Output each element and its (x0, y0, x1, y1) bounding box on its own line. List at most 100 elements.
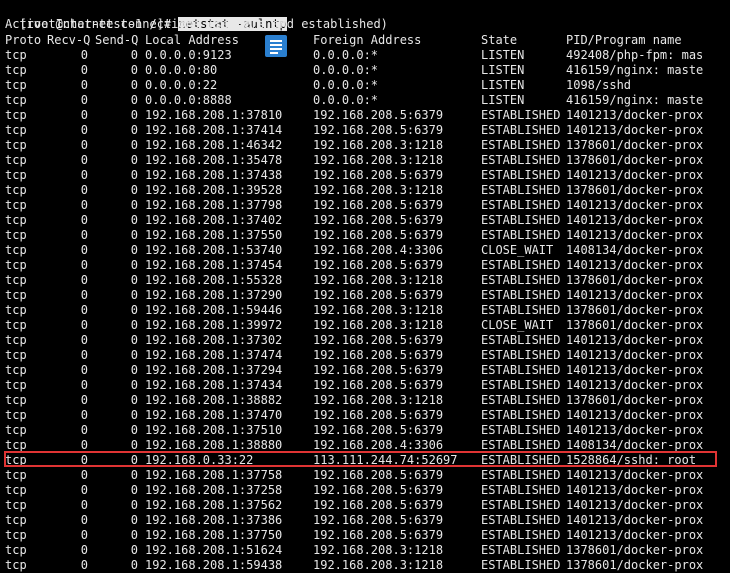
cell-foreign-address: 192.168.208.3:1218 (313, 153, 444, 167)
cell-foreign-address: 192.168.208.5:6379 (313, 408, 444, 422)
cell-local-address: 192.168.208.1:59446 (145, 303, 283, 317)
cell-local-address: 192.168.208.1:37386 (145, 513, 283, 527)
cell-send-q: 0 (130, 438, 138, 452)
cell-send-q: 0 (130, 48, 138, 62)
cell-proto: tcp (5, 213, 27, 227)
cell-recv-q: 0 (80, 378, 88, 392)
cell-foreign-address: 192.168.208.5:6379 (313, 498, 444, 512)
cell-state: ESTABLISHED (481, 168, 561, 182)
cell-foreign-address: 0.0.0.0:* (313, 93, 379, 107)
cell-foreign-address: 192.168.208.4:3306 (313, 243, 444, 257)
cell-local-address: 192.168.208.1:37750 (145, 528, 283, 542)
table-row: tcp 0 0 192.168.208.1:39972 192.168.208.3:12… (0, 318, 730, 333)
table-row: tcp 0 0 192.168.208.1:37758 192.168.208.5:63… (0, 468, 730, 483)
cell-proto: tcp (5, 543, 27, 557)
cell-recv-q: 0 (80, 303, 88, 317)
cell-recv-q: 0 (80, 423, 88, 437)
cell-proto: tcp (5, 288, 27, 302)
table-row: tcp 0 0 192.168.208.1:38880 192.168.208.4:33… (0, 438, 730, 453)
cell-pid-program: 1401213/docker-prox (566, 168, 704, 182)
cell-pid-program: 1401213/docker-prox (566, 108, 704, 122)
cell-local-address: 192.168.208.1:37258 (145, 483, 283, 497)
cell-pid-program: 1401213/docker-prox (566, 468, 704, 482)
cell-proto: tcp (5, 273, 27, 287)
cell-recv-q: 0 (80, 183, 88, 197)
cell-local-address: 192.168.208.1:37294 (145, 363, 283, 377)
cell-foreign-address: 192.168.208.3:1218 (313, 558, 444, 572)
cell-local-address: 192.168.208.1:37470 (145, 408, 283, 422)
cell-send-q: 0 (130, 228, 138, 242)
cell-state: ESTABLISHED (481, 468, 561, 482)
cell-recv-q: 0 (80, 48, 88, 62)
cell-send-q: 0 (130, 243, 138, 257)
cell-proto: tcp (5, 108, 27, 122)
cell-local-address: 192.168.208.1:37414 (145, 123, 283, 137)
table-row: tcp 0 0 192.168.208.1:37294 192.168.208.5:63… (0, 363, 730, 378)
cell-foreign-address: 192.168.208.5:6379 (313, 108, 444, 122)
cell-foreign-address: 192.168.208.5:6379 (313, 213, 444, 227)
cell-recv-q: 0 (80, 63, 88, 77)
table-row: tcp 0 0 192.168.208.1:37414 192.168.208.5:63… (0, 123, 730, 138)
cell-pid-program: 416159/nginx: maste (566, 63, 704, 77)
prompt-line[interactable]: [root@chat-test-1 /]# netstat -aulntp (5, 2, 287, 31)
table-row: tcp 0 0 0.0.0.0:80 0.0.0.0:* LISTEN 416159/ngi… (0, 63, 730, 78)
cell-send-q: 0 (130, 528, 138, 542)
cell-pid-program: 1401213/docker-prox (566, 228, 704, 242)
cell-recv-q: 0 (80, 333, 88, 347)
cell-pid-program: 1401213/docker-prox (566, 483, 704, 497)
cell-pid-program: 1378601/docker-prox (566, 138, 704, 152)
cell-foreign-address: 192.168.208.5:6379 (313, 168, 444, 182)
cell-proto: tcp (5, 138, 27, 152)
cell-foreign-address: 192.168.208.4:3306 (313, 438, 444, 452)
cell-proto: tcp (5, 303, 27, 317)
table-row: tcp 0 0 192.168.208.1:35478 192.168.208.3:12… (0, 153, 730, 168)
cell-foreign-address: 0.0.0.0:* (313, 48, 379, 62)
cell-local-address: 0.0.0.0:8888 (145, 93, 232, 107)
cell-recv-q: 0 (80, 288, 88, 302)
cell-state: LISTEN (481, 63, 525, 77)
cell-proto: tcp (5, 423, 27, 437)
table-row: tcp 0 0 192.168.208.1:39528 192.168.208.3:12… (0, 183, 730, 198)
cell-state: LISTEN (481, 48, 525, 62)
cell-state: ESTABLISHED (481, 198, 561, 212)
cell-foreign-address: 192.168.208.3:1218 (313, 303, 444, 317)
cell-foreign-address: 192.168.208.5:6379 (313, 288, 444, 302)
cell-proto: tcp (5, 453, 27, 467)
table-row: tcp 0 0 192.168.208.1:46342 192.168.208.3:12… (0, 138, 730, 153)
cell-foreign-address: 192.168.208.5:6379 (313, 468, 444, 482)
cell-local-address: 192.168.208.1:46342 (145, 138, 283, 152)
cell-pid-program: 1401213/docker-prox (566, 363, 704, 377)
cell-foreign-address: 192.168.208.3:1218 (313, 318, 444, 332)
cell-proto: tcp (5, 528, 27, 542)
cell-pid-program: 1401213/docker-prox (566, 123, 704, 137)
cell-proto: tcp (5, 93, 27, 107)
cell-send-q: 0 (130, 348, 138, 362)
table-row: tcp 0 0 192.168.208.1:37470 192.168.208.5:63… (0, 408, 730, 423)
cell-send-q: 0 (130, 513, 138, 527)
cell-send-q: 0 (130, 483, 138, 497)
cell-recv-q: 0 (80, 153, 88, 167)
cell-send-q: 0 (130, 363, 138, 377)
cell-foreign-address: 192.168.208.5:6379 (313, 378, 444, 392)
cell-send-q: 0 (130, 108, 138, 122)
cell-foreign-address: 192.168.208.3:1218 (313, 273, 444, 287)
cell-local-address: 192.168.208.1:37438 (145, 168, 283, 182)
cell-recv-q: 0 (80, 123, 88, 137)
cell-send-q: 0 (130, 543, 138, 557)
cell-state: LISTEN (481, 78, 525, 92)
cell-local-address: 192.168.208.1:37402 (145, 213, 283, 227)
cell-local-address: 192.168.208.1:37550 (145, 228, 283, 242)
cell-local-address: 192.168.208.1:39972 (145, 318, 283, 332)
cell-local-address: 0.0.0.0:9123 (145, 48, 232, 62)
table-row: tcp 0 0 192.168.208.1:37750 192.168.208.5:63… (0, 528, 730, 543)
cell-recv-q: 0 (80, 393, 88, 407)
cell-recv-q: 0 (80, 453, 88, 467)
table-row: tcp 0 0 192.168.208.1:37798 192.168.208.5:63… (0, 198, 730, 213)
cell-state: ESTABLISHED (481, 453, 561, 467)
cell-proto: tcp (5, 243, 27, 257)
cell-foreign-address: 0.0.0.0:* (313, 63, 379, 77)
cell-state: ESTABLISHED (481, 543, 561, 557)
cell-pid-program: 1408134/docker-prox (566, 438, 704, 452)
table-row: tcp 0 0 192.168.208.1:37402 192.168.208.5:63… (0, 213, 730, 228)
cell-proto: tcp (5, 258, 27, 272)
